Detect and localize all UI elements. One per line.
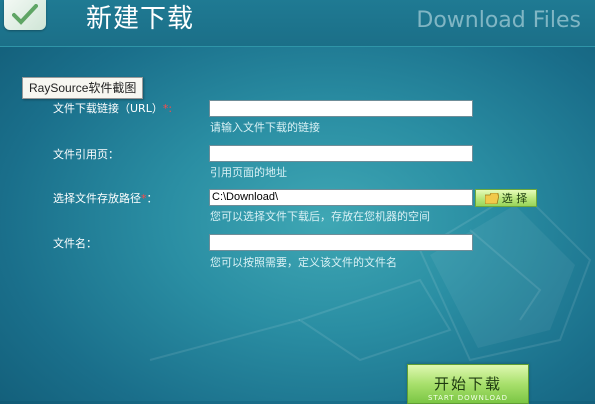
page-subtitle: Download Files [416,8,581,33]
start-download-button[interactable]: 开始下载 START DOWNLOAD [407,364,529,404]
browse-button-label: 选 择 [501,192,528,205]
filename-label: 文件名： [53,237,97,250]
save-path-label-row: 选择文件存放路径*： [53,190,158,206]
save-path-input[interactable] [209,189,473,206]
url-label-row: 文件下载链接（URL）*: [53,100,172,116]
folder-icon [484,192,499,204]
filename-hint: 您可以按照需要，定义该文件的文件名 [210,256,397,269]
start-download-label: 开始下载 [433,375,502,393]
url-input[interactable] [209,100,473,117]
url-hint: 请输入文件下载的链接 [210,121,320,134]
url-label: 文件下载链接（URL） [53,102,163,115]
referrer-hint: 引用页面的地址 [210,166,287,179]
download-app-icon [4,0,46,30]
browse-button[interactable]: 选 择 [475,189,537,207]
screenshot-tooltip: RaySource软件截图 [22,77,144,99]
header-bar: 新建下载 Download Files [0,0,595,47]
filename-input[interactable] [209,234,473,251]
save-path-hint: 您可以选择文件下载后，存放在您机器的空间 [210,210,430,223]
save-path-label: 选择文件存放路径 [53,192,141,205]
page-title: 新建下载 [86,4,195,34]
url-required-mark: *: [162,102,173,115]
save-path-colon: ： [146,192,158,205]
referrer-input[interactable] [209,145,473,162]
referrer-label: 文件引用页： [53,148,119,161]
